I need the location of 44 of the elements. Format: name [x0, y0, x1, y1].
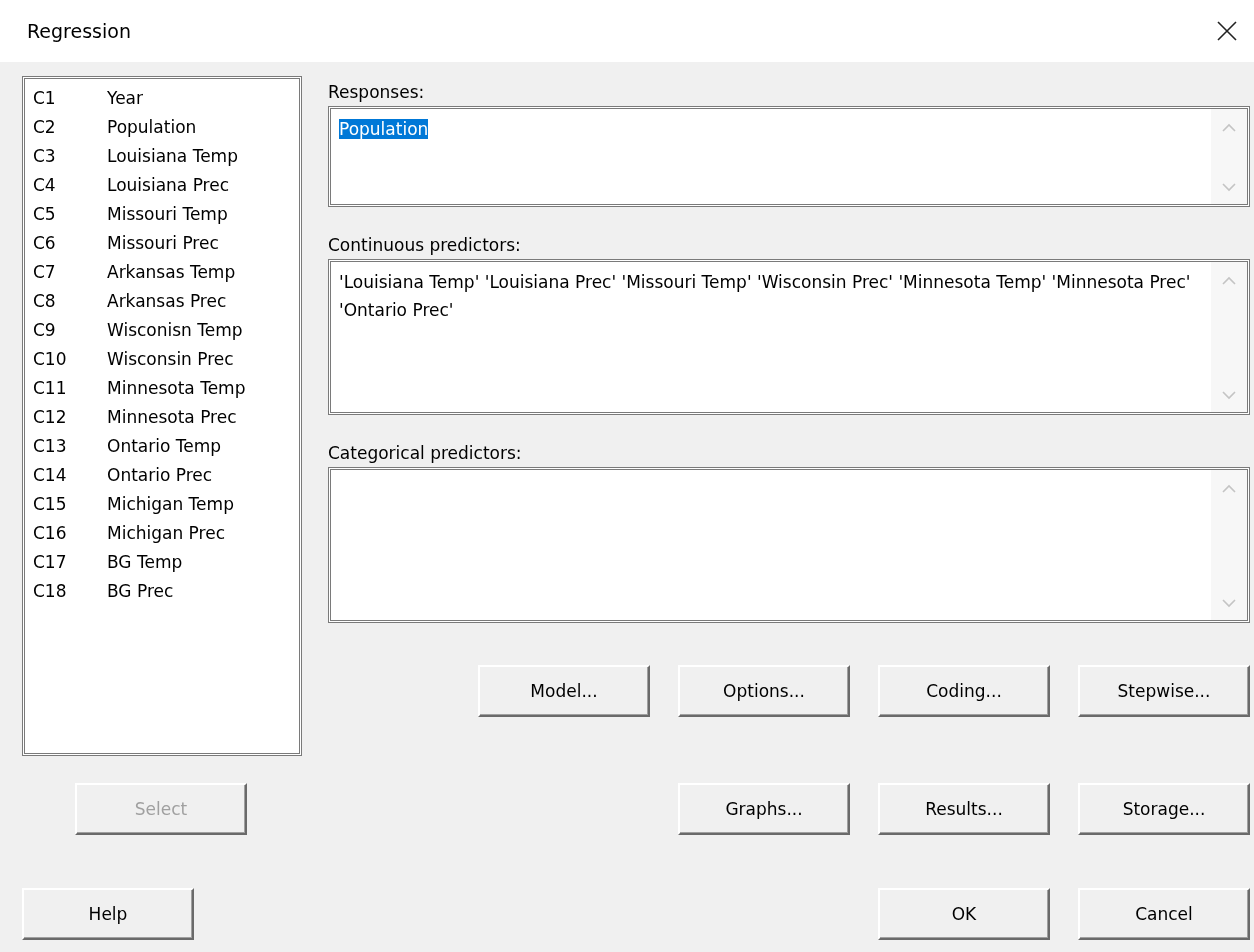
dialog-button[interactable]: Help: [22, 888, 194, 940]
dialog-button[interactable]: Results...: [878, 783, 1050, 835]
column-list-item[interactable]: C8 Arkansas Prec: [29, 286, 295, 315]
window-title: Regression: [27, 20, 131, 42]
chevron-down-icon[interactable]: [1222, 599, 1236, 608]
dialog-button[interactable]: Storage...: [1078, 783, 1250, 835]
input-field[interactable]: 'Louisiana Temp' 'Louisiana Prec' 'Missouri Temp' 'Wisconsin Prec' 'Minnesota Temp' 'Minnesota Prec' 'Ontario Prec': [328, 259, 1250, 415]
chevron-down-icon[interactable]: [1222, 391, 1236, 400]
chevron-down-icon[interactable]: [1222, 183, 1236, 192]
input-field[interactable]: [328, 467, 1250, 623]
column-list-item[interactable]: C10 Wisconsin Prec: [29, 344, 295, 373]
column-list-item[interactable]: C3 Louisiana Temp: [29, 141, 295, 170]
column-list-item[interactable]: C16 Michigan Prec: [29, 518, 295, 547]
column-list-item[interactable]: C5 Missouri Temp: [29, 199, 295, 228]
chevron-up-icon[interactable]: [1222, 484, 1236, 493]
column-list-item[interactable]: C2 Population: [29, 112, 295, 141]
dialog-button[interactable]: OK: [878, 888, 1050, 940]
column-list-item[interactable]: C14 Ontario Prec: [29, 460, 295, 489]
dialog-button[interactable]: Coding...: [878, 665, 1050, 717]
field-label: Categorical predictors:: [328, 443, 523, 465]
column-list-item[interactable]: C18 BG Prec: [29, 576, 295, 605]
column-list-item[interactable]: C9 Wisconisn Temp: [29, 315, 295, 344]
chevron-up-icon[interactable]: [1222, 276, 1236, 285]
column-list-item[interactable]: C13 Ontario Temp: [29, 431, 295, 460]
column-list-item[interactable]: C4 Louisiana Prec: [29, 170, 295, 199]
column-list-item[interactable]: C17 BG Temp: [29, 547, 295, 576]
field-value: 'Louisiana Temp' 'Louisiana Prec' 'Missouri Temp' 'Wisconsin Prec' 'Minnesota Temp' 'Minnesota Prec' 'Ontario Prec': [339, 272, 1191, 320]
column-list-item[interactable]: C15 Michigan Temp: [29, 489, 295, 518]
field-label: Continuous predictors:: [328, 235, 522, 257]
dialog-button[interactable]: Stepwise...: [1078, 665, 1250, 717]
dialog-button[interactable]: Graphs...: [678, 783, 850, 835]
input-field[interactable]: Population: [328, 106, 1250, 207]
column-list-item[interactable]: C7 Arkansas Temp: [29, 257, 295, 286]
dialog-button[interactable]: Model...: [478, 665, 650, 717]
dialog-button[interactable]: Cancel: [1078, 888, 1250, 940]
dialog-button[interactable]: Options...: [678, 665, 850, 717]
column-list-item[interactable]: C11 Minnesota Temp: [29, 373, 295, 402]
column-list-item[interactable]: C1 Year: [29, 83, 295, 112]
chevron-up-icon[interactable]: [1222, 123, 1236, 132]
field-label: Responses:: [328, 82, 426, 104]
column-list-item[interactable]: C12 Minnesota Prec: [29, 402, 295, 431]
close-icon[interactable]: [1216, 20, 1238, 42]
field-value: Population: [339, 119, 429, 139]
column-list-item[interactable]: C6 Missouri Prec: [29, 228, 295, 257]
